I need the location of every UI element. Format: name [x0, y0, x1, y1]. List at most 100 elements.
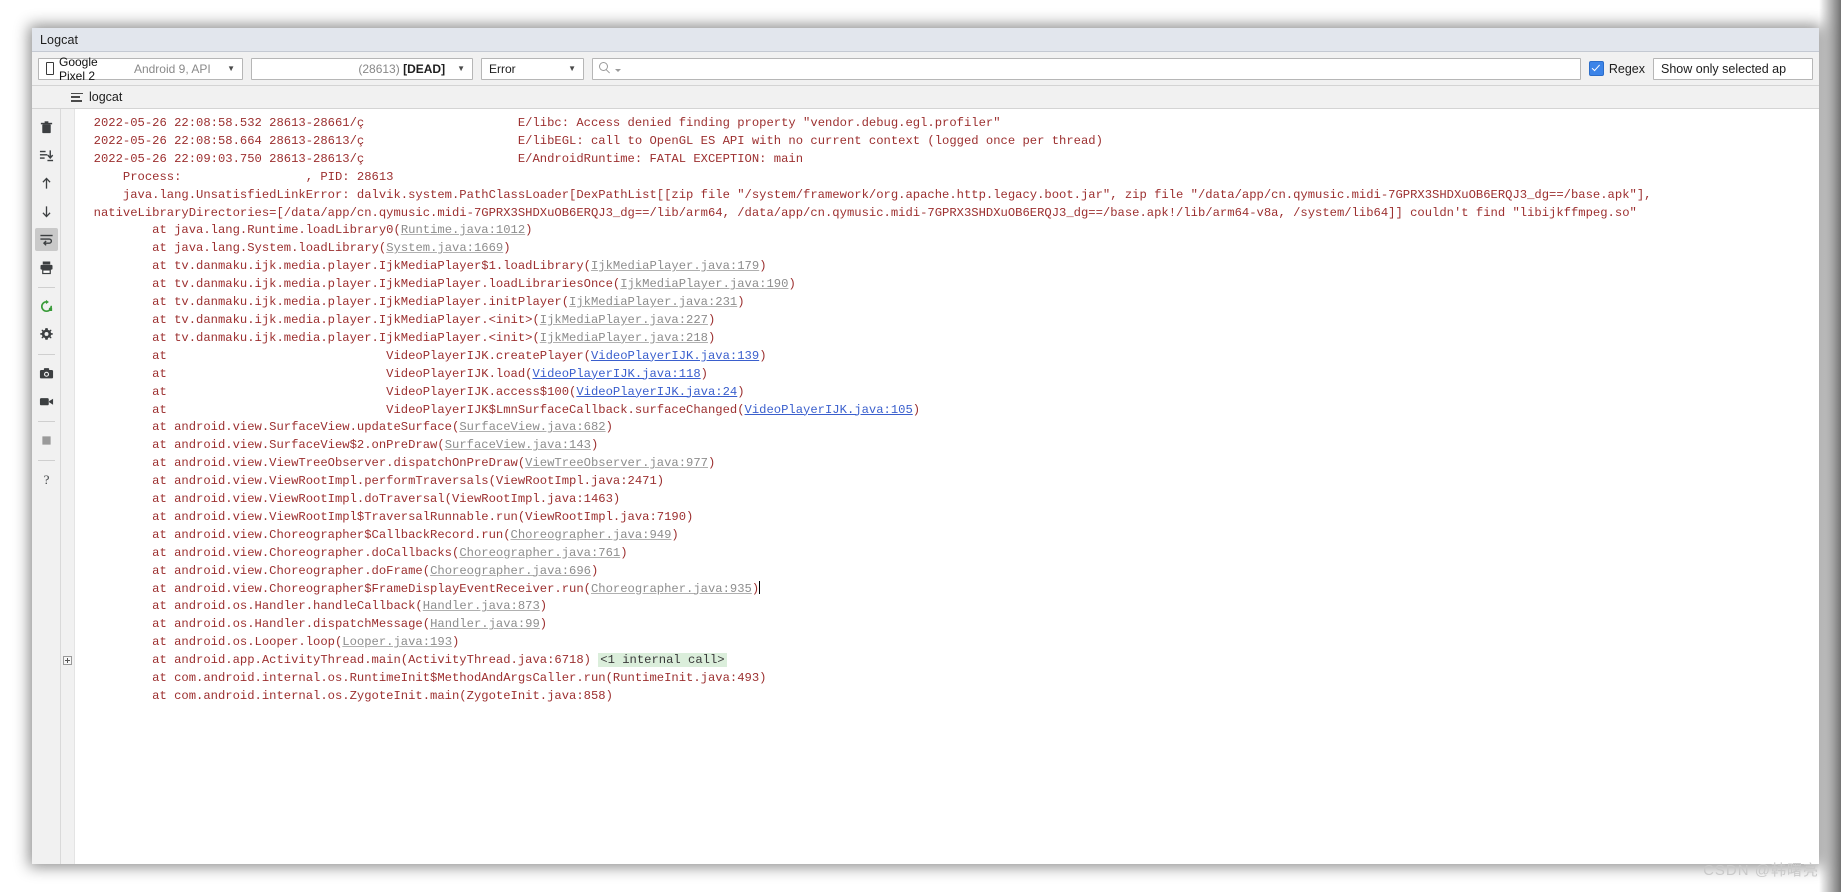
- help-button[interactable]: ?: [35, 468, 58, 491]
- log-line[interactable]: at android.view.ViewTreeObserver.dispatc…: [79, 455, 1819, 473]
- log-line[interactable]: java.lang.UnsatisfiedLinkError: dalvik.s…: [79, 187, 1819, 205]
- log-line[interactable]: 2022-05-26 22:08:58.532 28613-28661/ç E/…: [79, 115, 1819, 133]
- log-line[interactable]: nativeLibraryDirectories=[/data/app/cn.q…: [79, 205, 1819, 223]
- logcat-toolbar: Google Pixel 2 Android 9, API 28 ▼ (2861…: [32, 52, 1819, 86]
- screen-record-button[interactable]: [35, 390, 58, 413]
- log-line[interactable]: at android.view.Choreographer.doFrame(Ch…: [79, 563, 1819, 581]
- log-line[interactable]: at com.android.internal.os.ZygoteInit.ma…: [79, 688, 1819, 706]
- source-link[interactable]: System.java:1669: [386, 241, 503, 255]
- log-line[interactable]: at tv.danmaku.ijk.media.player.IjkMediaP…: [79, 294, 1819, 312]
- log-line[interactable]: at VideoPlayerIJK$LmnSurfaceCallback.sur…: [79, 402, 1819, 420]
- log-line[interactable]: at android.view.ViewRootImpl$TraversalRu…: [79, 509, 1819, 527]
- source-link[interactable]: SurfaceView.java:143: [445, 438, 591, 452]
- soft-wrap-button[interactable]: [34, 228, 58, 251]
- log-line[interactable]: 2022-05-26 22:08:58.664 28613-28613/ç E/…: [79, 133, 1819, 151]
- log-line[interactable]: at android.view.Choreographer.doCallback…: [79, 545, 1819, 563]
- source-link[interactable]: ViewTreeObserver.java:977: [525, 456, 708, 470]
- log-line[interactable]: at java.lang.Runtime.loadLibrary0(Runtim…: [79, 222, 1819, 240]
- expand-internal-calls-marker[interactable]: [63, 655, 72, 665]
- process-state-label: [DEAD]: [403, 61, 446, 76]
- log-text: ): [620, 545, 628, 560]
- source-link[interactable]: IjkMediaPlayer.java:231: [569, 295, 737, 309]
- log-line[interactable]: at VideoPlayerIJK.access$100(VideoPlayer…: [79, 384, 1819, 402]
- source-link[interactable]: Looper.java:193: [342, 635, 452, 649]
- trash-icon: [40, 121, 52, 134]
- device-selector[interactable]: Google Pixel 2 Android 9, API 28 ▼: [38, 55, 243, 83]
- source-link[interactable]: IjkMediaPlayer.java:190: [620, 277, 788, 291]
- logcat-console-wrapper[interactable]: 2022-05-26 22:08:58.532 28613-28661/ç E/…: [61, 109, 1819, 864]
- settings-button[interactable]: [35, 323, 58, 346]
- log-line[interactable]: at tv.danmaku.ijk.media.player.IjkMediaP…: [79, 330, 1819, 348]
- log-text: 2022-05-26 22:08:58.664 28613-28613/ç: [79, 133, 518, 148]
- source-link[interactable]: VideoPlayerIJK.java:118: [532, 367, 700, 381]
- chevron-down-icon[interactable]: ▼: [449, 64, 468, 73]
- log-line[interactable]: Process: , PID: 28613: [79, 169, 1819, 187]
- up-the-stack-button[interactable]: [35, 172, 58, 195]
- source-link[interactable]: Handler.java:873: [423, 599, 540, 613]
- arrow-up-icon: [41, 177, 51, 189]
- log-text: at android.view.ViewRootImpl.doTraversal…: [79, 492, 621, 507]
- window-titlebar: Logcat: [32, 28, 1819, 52]
- log-level-selector[interactable]: Error ▼: [481, 57, 584, 80]
- filter-selector[interactable]: Show only selected ap: [1653, 57, 1813, 80]
- sidebar-divider: [37, 460, 55, 461]
- search-field-wrapper[interactable]: [592, 57, 1581, 80]
- log-line[interactable]: at android.os.Handler.dispatchMessage(Ha…: [79, 616, 1819, 634]
- clear-logcat-button[interactable]: [35, 116, 58, 139]
- source-link[interactable]: Runtime.java:1012: [401, 223, 525, 237]
- log-text: at VideoPlayerIJK.load(: [79, 366, 533, 381]
- log-line[interactable]: at android.os.Handler.handleCallback(Han…: [79, 598, 1819, 616]
- chevron-down-icon[interactable]: ▼: [560, 64, 579, 73]
- stop-button[interactable]: [35, 429, 58, 452]
- source-link[interactable]: Choreographer.java:949: [511, 528, 672, 542]
- log-line[interactable]: at android.view.ViewRootImpl.doTraversal…: [79, 491, 1819, 509]
- tab-logcat[interactable]: logcat: [89, 90, 122, 104]
- log-line[interactable]: at tv.danmaku.ijk.media.player.IjkMediaP…: [79, 276, 1819, 294]
- log-line[interactable]: at android.os.Looper.loop(Looper.java:19…: [79, 634, 1819, 652]
- log-line[interactable]: at android.view.SurfaceView.updateSurfac…: [79, 419, 1819, 437]
- source-link[interactable]: IjkMediaPlayer.java:227: [540, 313, 708, 327]
- window-title: Logcat: [40, 32, 79, 47]
- log-line[interactable]: at android.app.ActivityThread.main(Activ…: [79, 652, 1819, 670]
- internal-calls-badge[interactable]: <1 internal call>: [598, 653, 727, 668]
- regex-toggle[interactable]: Regex: [1588, 61, 1645, 76]
- chevron-down-icon[interactable]: ▼: [219, 64, 238, 73]
- source-link[interactable]: VideoPlayerIJK.java:24: [576, 385, 737, 399]
- log-line[interactable]: at android.view.Choreographer$FrameDispl…: [79, 580, 1819, 599]
- source-link[interactable]: IjkMediaPlayer.java:218: [540, 331, 708, 345]
- log-line[interactable]: at VideoPlayerIJK.load(VideoPlayerIJK.ja…: [79, 366, 1819, 384]
- search-input[interactable]: [621, 58, 1580, 79]
- source-link[interactable]: VideoPlayerIJK.java:139: [591, 349, 759, 363]
- restart-button[interactable]: [35, 295, 58, 318]
- source-link[interactable]: Choreographer.java:935: [591, 582, 752, 596]
- screenshot-button[interactable]: [35, 362, 58, 385]
- logcat-output[interactable]: 2022-05-26 22:08:58.532 28613-28661/ç E/…: [75, 109, 1819, 864]
- log-line[interactable]: 2022-05-26 22:09:03.750 28613-28613/ç E/…: [79, 151, 1819, 169]
- log-line[interactable]: at java.lang.System.loadLibrary(System.j…: [79, 240, 1819, 258]
- restart-icon: [40, 299, 52, 312]
- source-link[interactable]: VideoPlayerIJK.java:105: [745, 403, 913, 417]
- source-link[interactable]: SurfaceView.java:682: [459, 420, 605, 434]
- regex-checkbox[interactable]: [1588, 61, 1604, 76]
- source-link[interactable]: Choreographer.java:761: [459, 546, 620, 560]
- process-value: (28613) [DEAD]: [256, 62, 449, 76]
- log-line[interactable]: at VideoPlayerIJK.createPlayer(VideoPlay…: [79, 348, 1819, 366]
- process-selector[interactable]: (28613) [DEAD] ▼: [251, 57, 473, 80]
- log-line[interactable]: at android.view.ViewRootImpl.performTrav…: [79, 473, 1819, 491]
- log-line[interactable]: at tv.danmaku.ijk.media.player.IjkMediaP…: [79, 312, 1819, 330]
- down-the-stack-button[interactable]: [35, 200, 58, 223]
- console-vertical-scrollbar[interactable]: [1806, 109, 1819, 864]
- source-link[interactable]: Choreographer.java:696: [430, 564, 591, 578]
- log-line[interactable]: at com.android.internal.os.RuntimeInit$M…: [79, 670, 1819, 688]
- print-button[interactable]: [35, 256, 58, 279]
- soft-wrap-icon: [39, 234, 53, 246]
- code-fold-gutter[interactable]: [61, 109, 75, 864]
- log-line[interactable]: at android.view.Choreographer$CallbackRe…: [79, 527, 1819, 545]
- source-link[interactable]: IjkMediaPlayer.java:179: [591, 259, 759, 273]
- log-line[interactable]: at android.view.SurfaceView$2.onPreDraw(…: [79, 437, 1819, 455]
- log-line[interactable]: at tv.danmaku.ijk.media.player.IjkMediaP…: [79, 258, 1819, 276]
- scroll-to-end-button[interactable]: [35, 144, 58, 167]
- log-text: ): [452, 635, 460, 650]
- source-link[interactable]: Handler.java:99: [430, 617, 540, 631]
- log-text: at tv.danmaku.ijk.media.player.IjkMediaP…: [79, 312, 540, 327]
